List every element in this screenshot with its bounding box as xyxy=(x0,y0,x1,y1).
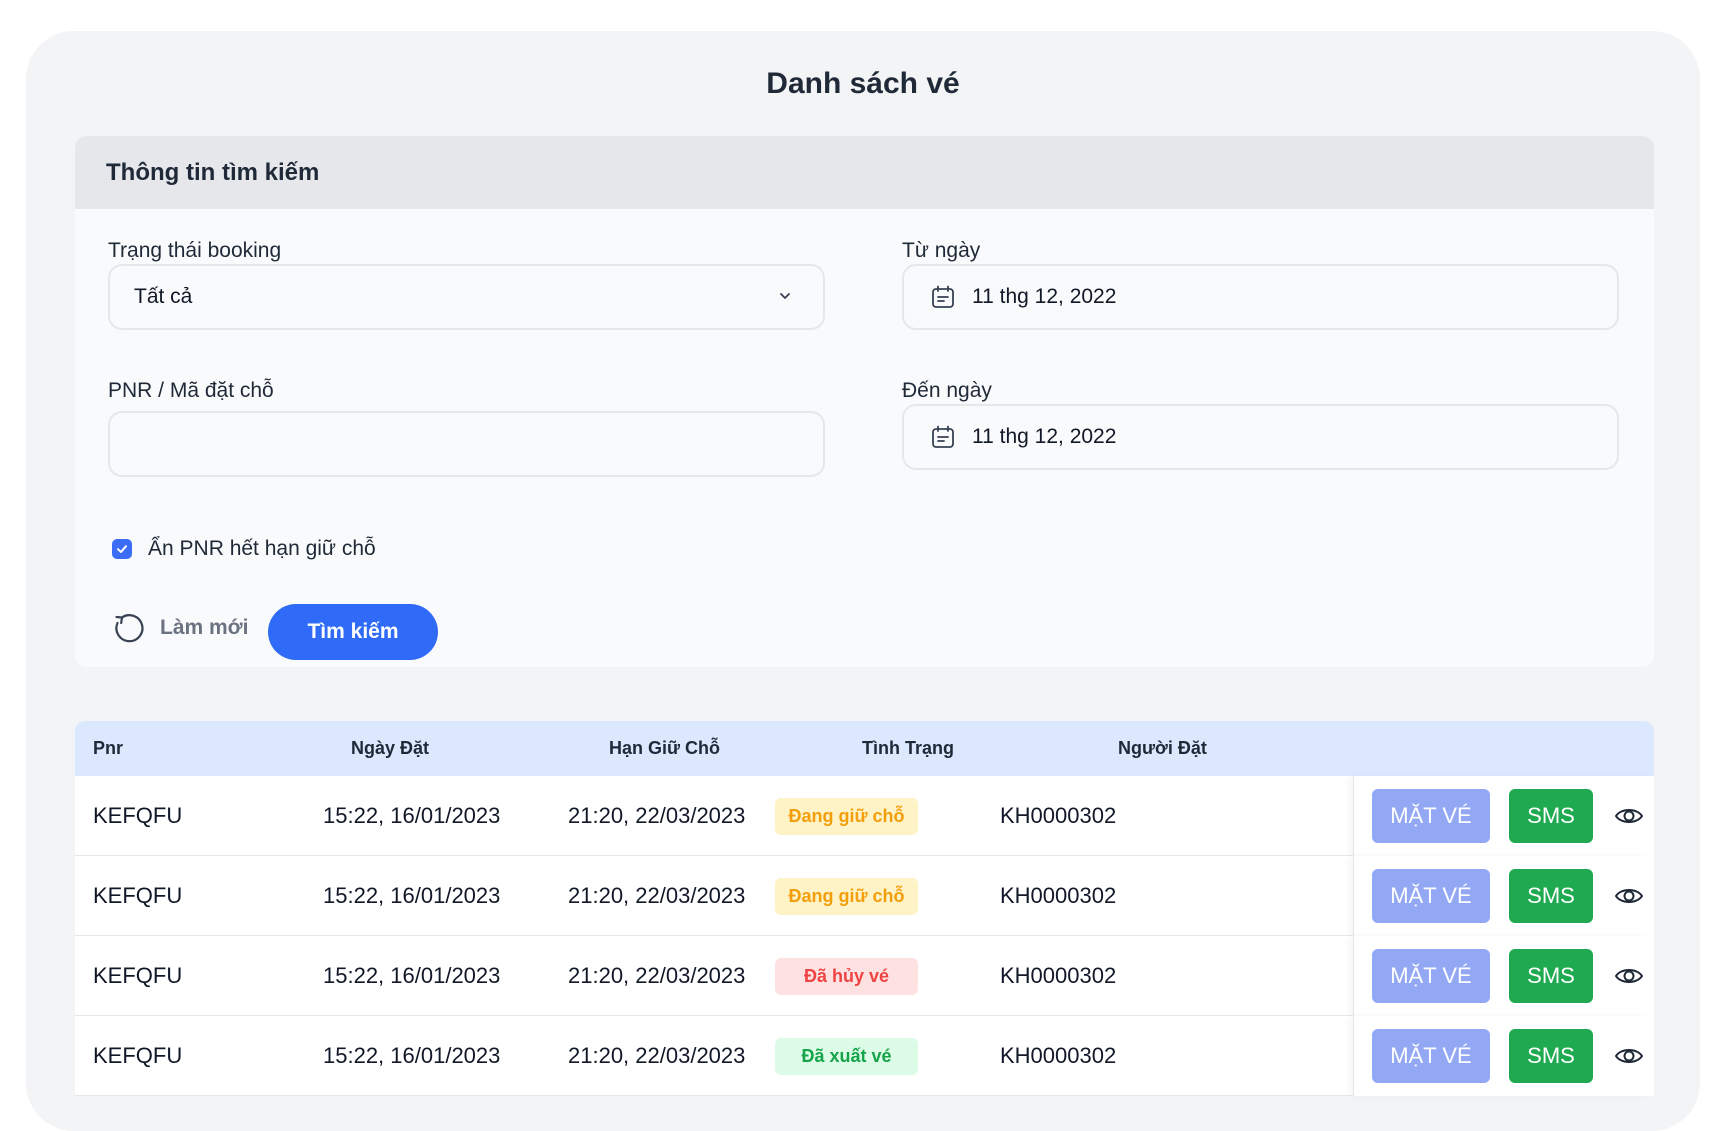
cell-hold-deadline: 21:20, 22/03/2023 xyxy=(568,803,746,828)
row-actions: MẶT VÉ SMS xyxy=(1353,856,1654,936)
table-header: Pnr Ngày Đặt Hạn Giữ Chỗ Tình Trạng Ngườ… xyxy=(75,721,1654,776)
status-select[interactable]: Tất cả xyxy=(108,264,825,330)
cell-hold-deadline: 21:20, 22/03/2023 xyxy=(568,963,746,988)
cell-hold-deadline: 21:20, 22/03/2023 xyxy=(568,883,746,908)
eye-icon[interactable] xyxy=(1614,962,1644,990)
mat-ve-button[interactable]: MẶT VÉ xyxy=(1372,949,1490,1003)
sms-button[interactable]: SMS xyxy=(1509,949,1593,1003)
cell-booker: KH0000302 xyxy=(1000,883,1117,908)
column-header-status: Tình Trạng xyxy=(862,738,954,758)
cell-booked-date: 15:22, 16/01/2023 xyxy=(323,883,501,908)
reset-button[interactable]: Làm mới xyxy=(112,600,248,656)
cell-pnr: KEFQFU xyxy=(93,883,183,908)
cell-hold-deadline: 21:20, 22/03/2023 xyxy=(568,1043,746,1068)
calendar-icon xyxy=(930,424,956,450)
sms-button[interactable]: SMS xyxy=(1509,789,1593,843)
hide-expired-label: Ẩn PNR hết hạn giữ chỗ xyxy=(148,537,376,560)
from-date-value: 11 thg 12, 2022 xyxy=(972,285,1117,308)
eye-icon[interactable] xyxy=(1614,882,1644,910)
sms-button[interactable]: SMS xyxy=(1509,869,1593,923)
hide-expired-checkbox[interactable] xyxy=(112,539,132,559)
calendar-icon xyxy=(930,284,956,310)
column-header-booker: Người Đặt xyxy=(1118,738,1207,758)
cell-booked-date: 15:22, 16/01/2023 xyxy=(323,963,501,988)
search-panel: Thông tin tìm kiếm Trạng thái booking Tấ… xyxy=(75,136,1654,667)
mat-ve-button[interactable]: MẶT VÉ xyxy=(1372,789,1490,843)
cell-booker: KH0000302 xyxy=(1000,963,1117,988)
pnr-label: PNR / Mã đặt chỗ xyxy=(108,379,274,402)
pnr-input[interactable] xyxy=(108,411,825,477)
status-label: Trạng thái booking xyxy=(108,239,282,262)
from-date-input[interactable]: 11 thg 12, 2022 xyxy=(902,264,1619,330)
table-row: KEFQFU 15:22, 16/01/2023 21:20, 22/03/20… xyxy=(75,776,1654,856)
reset-label: Làm mới xyxy=(160,616,249,639)
table-body: KEFQFU 15:22, 16/01/2023 21:20, 22/03/20… xyxy=(75,776,1654,1096)
status-select-value: Tất cả xyxy=(134,285,193,308)
check-icon xyxy=(117,545,127,553)
refresh-icon xyxy=(115,614,144,643)
search-panel-header: Thông tin tìm kiếm xyxy=(75,136,1654,209)
cell-pnr: KEFQFU xyxy=(93,803,183,828)
table-row: KEFQFU 15:22, 16/01/2023 21:20, 22/03/20… xyxy=(75,856,1654,936)
column-header-hold-deadline: Hạn Giữ Chỗ xyxy=(609,738,721,758)
status-badge: Đã hủy vé xyxy=(775,958,918,995)
row-actions: MẶT VÉ SMS xyxy=(1353,1016,1654,1096)
row-actions: MẶT VÉ SMS xyxy=(1353,776,1654,856)
column-header-pnr: Pnr xyxy=(93,738,124,758)
eye-icon[interactable] xyxy=(1614,1042,1644,1070)
cell-booker: KH0000302 xyxy=(1000,1043,1117,1068)
ticket-list-card: Danh sách vé Thông tin tìm kiếm Trạng th… xyxy=(26,31,1700,1131)
mat-ve-button[interactable]: MẶT VÉ xyxy=(1372,869,1490,923)
to-date-value: 11 thg 12, 2022 xyxy=(972,425,1117,448)
row-actions: MẶT VÉ SMS xyxy=(1353,936,1654,1016)
table-row: KEFQFU 15:22, 16/01/2023 21:20, 22/03/20… xyxy=(75,1016,1654,1096)
to-date-input[interactable]: 11 thg 12, 2022 xyxy=(902,404,1619,470)
cell-booked-date: 15:22, 16/01/2023 xyxy=(323,803,501,828)
search-button[interactable]: Tìm kiếm xyxy=(268,604,438,660)
ticket-table: Pnr Ngày Đặt Hạn Giữ Chỗ Tình Trạng Ngườ… xyxy=(75,721,1654,1096)
cell-booked-date: 15:22, 16/01/2023 xyxy=(323,1043,501,1068)
cell-pnr: KEFQFU xyxy=(93,963,183,988)
cell-pnr: KEFQFU xyxy=(93,1043,183,1068)
cell-booker: KH0000302 xyxy=(1000,803,1117,828)
table-row: KEFQFU 15:22, 16/01/2023 21:20, 22/03/20… xyxy=(75,936,1654,1016)
status-badge: Đã xuất vé xyxy=(775,1038,918,1075)
hide-expired-option[interactable]: Ẩn PNR hết hạn giữ chỗ xyxy=(112,537,376,561)
to-date-label: Đến ngày xyxy=(902,379,992,402)
page-title: Danh sách vé xyxy=(766,67,960,100)
from-date-label: Từ ngày xyxy=(902,239,981,262)
eye-icon[interactable] xyxy=(1614,802,1644,830)
status-badge: Đang giữ chỗ xyxy=(775,798,918,835)
chevron-down-icon xyxy=(780,293,790,299)
status-badge: Đang giữ chỗ xyxy=(775,878,918,915)
column-header-booked-date: Ngày Đặt xyxy=(351,738,430,758)
